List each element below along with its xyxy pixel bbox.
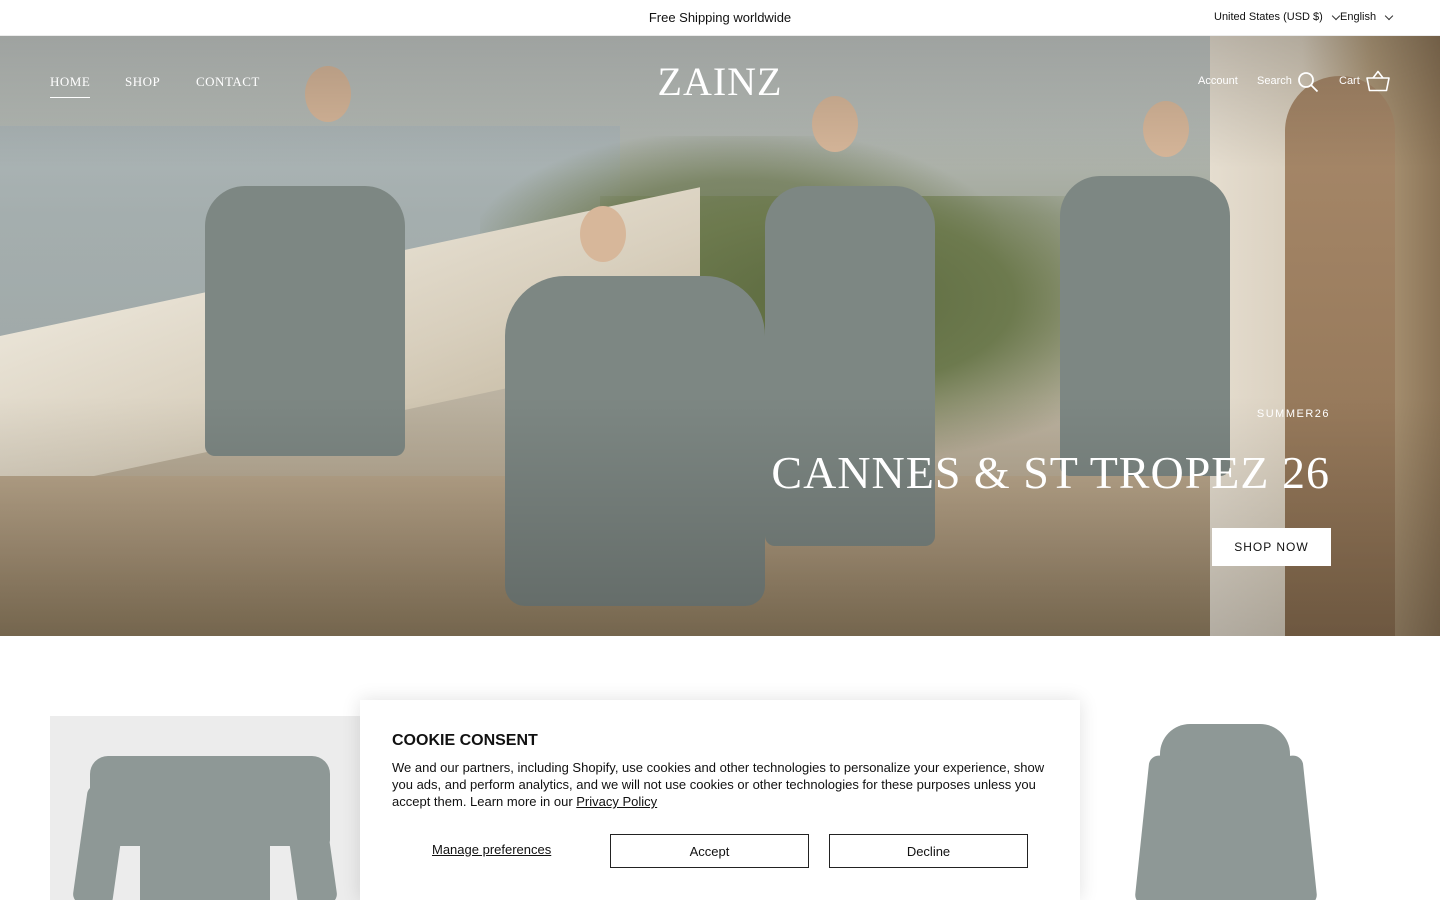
hero-title: CANNES & ST TROPEZ 26 [771,447,1330,498]
privacy-policy-link[interactable]: Privacy Policy [576,794,657,809]
cart-link[interactable]: Cart [1339,75,1360,87]
shop-now-button[interactable]: SHOP NOW [1212,528,1331,566]
cookie-consent-dialog: COOKIE CONSENT We and our partners, incl… [360,700,1080,900]
search-link[interactable]: Search [1257,75,1292,87]
product-sleeve [71,783,129,900]
chevron-down-icon [1384,11,1394,20]
basket-icon[interactable] [1366,70,1390,92]
announcement-bar: Free Shipping worldwide United States (U… [0,0,1440,36]
country-label: United States (USD $) [1214,11,1323,23]
product-card[interactable] [1080,716,1390,900]
accept-button[interactable]: Accept [610,834,809,868]
product-body [140,841,270,900]
account-link[interactable]: Account [1198,75,1238,87]
chevron-down-icon [1331,11,1341,20]
cookie-body: We and our partners, including Shopify, … [392,760,1045,809]
product-card[interactable] [50,716,360,900]
decline-button[interactable]: Decline [829,834,1028,868]
manage-preferences-link[interactable]: Manage preferences [432,842,551,857]
country-selector[interactable]: United States (USD $) [1214,11,1341,23]
search-icon[interactable] [1297,71,1319,93]
product-image [1160,724,1290,900]
hero-eyebrow: SUMMER26 [1256,408,1330,420]
language-selector[interactable]: English [1340,11,1394,23]
cookie-title: COOKIE CONSENT [392,732,538,749]
cookie-text: We and our partners, including Shopify, … [392,759,1052,810]
language-label: English [1340,11,1377,23]
